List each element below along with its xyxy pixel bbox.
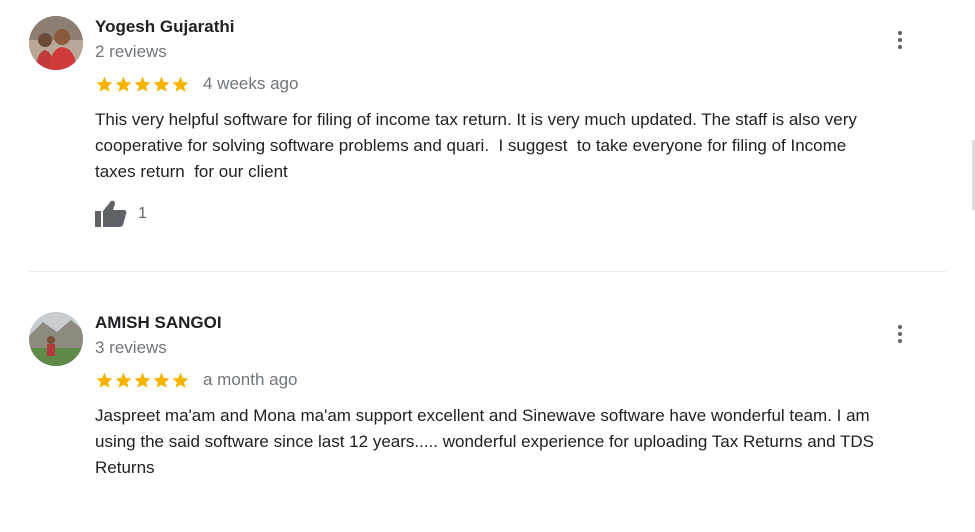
like-button[interactable]: 1 xyxy=(94,199,147,229)
rating-row: 4 weeks ago xyxy=(95,74,298,94)
star-icon xyxy=(153,76,170,92)
star-icon xyxy=(172,76,189,92)
star-icon xyxy=(172,372,189,388)
star-icon xyxy=(96,76,113,92)
avatar-photo xyxy=(29,16,83,70)
star-icon xyxy=(153,372,170,388)
reviewer-review-count[interactable]: 2 reviews xyxy=(95,42,167,62)
more-vert-icon xyxy=(898,325,902,343)
avatar[interactable] xyxy=(29,16,83,70)
review-text: This very helpful software for filing of… xyxy=(95,110,857,181)
avatar-photo xyxy=(29,312,83,366)
reviewer-name[interactable]: Yogesh Gujarathi xyxy=(95,17,235,37)
star-icon xyxy=(115,76,132,92)
star-icon xyxy=(134,76,151,92)
thumbs-up-icon xyxy=(95,200,127,227)
like-count: 1 xyxy=(138,205,147,222)
more-options-button[interactable] xyxy=(888,322,912,346)
star-icon xyxy=(96,372,113,388)
more-vert-icon xyxy=(898,31,902,49)
review-date: a month ago xyxy=(203,370,298,389)
more-options-button[interactable] xyxy=(888,28,912,52)
reviewer-name[interactable]: AMISH SANGOI xyxy=(95,313,222,333)
review-text: Jaspreet ma'am and Mona ma'am support ex… xyxy=(95,406,874,477)
review-divider xyxy=(29,271,946,272)
star-icon xyxy=(134,372,151,388)
avatar[interactable] xyxy=(29,312,83,366)
star-rating xyxy=(95,75,190,94)
review-date: 4 weeks ago xyxy=(203,74,299,93)
star-rating xyxy=(95,371,190,390)
reviewer-review-count[interactable]: 3 reviews xyxy=(95,338,167,358)
rating-row: a month ago xyxy=(95,370,298,390)
star-icon xyxy=(115,372,132,388)
